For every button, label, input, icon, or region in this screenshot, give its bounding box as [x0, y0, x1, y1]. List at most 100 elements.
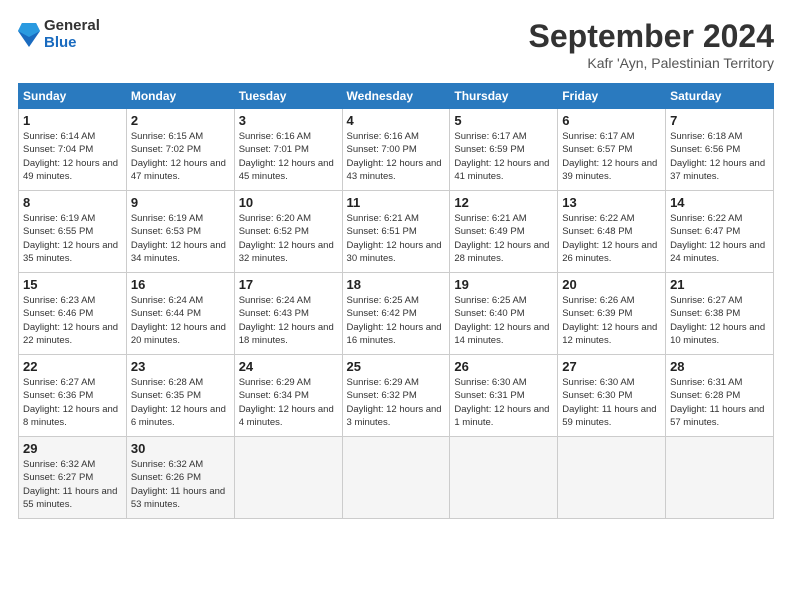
calendar-week-row: 1Sunrise: 6:14 AMSunset: 7:04 PMDaylight… [19, 109, 774, 191]
calendar-week-row: 8 Sunrise: 6:19 AMSunset: 6:55 PMDaylight… [19, 191, 774, 273]
calendar-cell: 21 Sunrise: 6:27 AMSunset: 6:38 PMDayligh… [666, 273, 774, 355]
day-number: 8 [23, 195, 122, 210]
day-info: Sunrise: 6:27 AMSunset: 6:38 PMDaylight:… [670, 294, 769, 347]
day-number: 14 [670, 195, 769, 210]
calendar-cell: 27Sunrise: 6:30 AMSunset: 6:30 PMDayligh… [558, 355, 666, 437]
day-number: 10 [239, 195, 338, 210]
day-info: Sunrise: 6:28 AMSunset: 6:35 PMDaylight:… [131, 376, 230, 429]
day-info: Sunrise: 6:26 AMSunset: 6:39 PMDaylight:… [562, 294, 661, 347]
calendar-cell: 18 Sunrise: 6:25 AMSunset: 6:42 PMDayligh… [342, 273, 450, 355]
logo-general: General [44, 18, 100, 35]
calendar-week-row: 22 Sunrise: 6:27 AMSunset: 6:36 PMDayligh… [19, 355, 774, 437]
day-info: Sunrise: 6:29 AMSunset: 6:32 PMDaylight:… [347, 376, 446, 429]
day-info: Sunrise: 6:17 AMSunset: 6:59 PMDaylight:… [454, 130, 553, 183]
day-info: Sunrise: 6:32 AMSunset: 6:26 PMDaylight:… [131, 458, 230, 511]
calendar-cell: 8 Sunrise: 6:19 AMSunset: 6:55 PMDaylight… [19, 191, 127, 273]
day-info: Sunrise: 6:24 AMSunset: 6:44 PMDaylight:… [131, 294, 230, 347]
day-info: Sunrise: 6:22 AMSunset: 6:48 PMDaylight:… [562, 212, 661, 265]
calendar-cell: 15Sunrise: 6:23 AMSunset: 6:46 PMDayligh… [19, 273, 127, 355]
day-number: 4 [347, 113, 446, 128]
day-number: 21 [670, 277, 769, 292]
calendar-cell: 14 Sunrise: 6:22 AMSunset: 6:47 PMDayligh… [666, 191, 774, 273]
day-info: Sunrise: 6:20 AMSunset: 6:52 PMDaylight:… [239, 212, 338, 265]
day-info: Sunrise: 6:22 AMSunset: 6:47 PMDaylight:… [670, 212, 769, 265]
day-number: 22 [23, 359, 122, 374]
calendar-cell: 4 Sunrise: 6:16 AMSunset: 7:00 PMDaylight… [342, 109, 450, 191]
day-info: Sunrise: 6:25 AMSunset: 6:42 PMDaylight:… [347, 294, 446, 347]
day-number: 30 [131, 441, 230, 456]
calendar-cell: 9Sunrise: 6:19 AMSunset: 6:53 PMDaylight… [126, 191, 234, 273]
calendar-cell: 19 Sunrise: 6:25 AMSunset: 6:40 PMDayligh… [450, 273, 558, 355]
day-info: Sunrise: 6:17 AMSunset: 6:57 PMDaylight:… [562, 130, 661, 183]
day-number: 24 [239, 359, 338, 374]
calendar-cell: 30 Sunrise: 6:32 AMSunset: 6:26 PMDayligh… [126, 437, 234, 519]
calendar-cell: 1Sunrise: 6:14 AMSunset: 7:04 PMDaylight… [19, 109, 127, 191]
calendar-cell: 7 Sunrise: 6:18 AMSunset: 6:56 PMDaylight… [666, 109, 774, 191]
logo-blue: Blue [44, 35, 100, 52]
calendar-cell: 16 Sunrise: 6:24 AMSunset: 6:44 PMDayligh… [126, 273, 234, 355]
calendar-cell: 29 Sunrise: 6:32 AMSunset: 6:27 PMDayligh… [19, 437, 127, 519]
day-number: 25 [347, 359, 446, 374]
calendar-cell: 6 Sunrise: 6:17 AMSunset: 6:57 PMDaylight… [558, 109, 666, 191]
weekday-header: Thursday [450, 84, 558, 109]
day-number: 19 [454, 277, 553, 292]
day-info: Sunrise: 6:21 AMSunset: 6:49 PMDaylight:… [454, 212, 553, 265]
calendar-cell [234, 437, 342, 519]
calendar-week-row: 15Sunrise: 6:23 AMSunset: 6:46 PMDayligh… [19, 273, 774, 355]
weekday-header-row: SundayMondayTuesdayWednesdayThursdayFrid… [19, 84, 774, 109]
day-number: 3 [239, 113, 338, 128]
weekday-header: Friday [558, 84, 666, 109]
day-number: 1 [23, 113, 122, 128]
calendar-cell: 20 Sunrise: 6:26 AMSunset: 6:39 PMDayligh… [558, 273, 666, 355]
calendar-cell [558, 437, 666, 519]
calendar-table: SundayMondayTuesdayWednesdayThursdayFrid… [18, 83, 774, 519]
weekday-header: Tuesday [234, 84, 342, 109]
calendar-week-row: 29 Sunrise: 6:32 AMSunset: 6:27 PMDayligh… [19, 437, 774, 519]
day-info: Sunrise: 6:30 AMSunset: 6:30 PMDaylight:… [562, 376, 661, 429]
weekday-header: Wednesday [342, 84, 450, 109]
day-number: 2 [131, 113, 230, 128]
day-number: 13 [562, 195, 661, 210]
day-info: Sunrise: 6:18 AMSunset: 6:56 PMDaylight:… [670, 130, 769, 183]
day-number: 6 [562, 113, 661, 128]
day-info: Sunrise: 6:24 AMSunset: 6:43 PMDaylight:… [239, 294, 338, 347]
day-number: 7 [670, 113, 769, 128]
day-info: Sunrise: 6:31 AMSunset: 6:28 PMDaylight:… [670, 376, 769, 429]
calendar-cell: 24 Sunrise: 6:29 AMSunset: 6:34 PMDayligh… [234, 355, 342, 437]
day-number: 16 [131, 277, 230, 292]
day-info: Sunrise: 6:32 AMSunset: 6:27 PMDaylight:… [23, 458, 122, 511]
day-number: 9 [131, 195, 230, 210]
calendar-cell: 17Sunrise: 6:24 AMSunset: 6:43 PMDayligh… [234, 273, 342, 355]
day-info: Sunrise: 6:27 AMSunset: 6:36 PMDaylight:… [23, 376, 122, 429]
calendar-cell: 13 Sunrise: 6:22 AMSunset: 6:48 PMDayligh… [558, 191, 666, 273]
day-number: 23 [131, 359, 230, 374]
weekday-header: Saturday [666, 84, 774, 109]
calendar-cell: 5 Sunrise: 6:17 AMSunset: 6:59 PMDaylight… [450, 109, 558, 191]
day-number: 18 [347, 277, 446, 292]
day-number: 15 [23, 277, 122, 292]
day-info: Sunrise: 6:19 AMSunset: 6:55 PMDaylight:… [23, 212, 122, 265]
title-block: September 2024 Kafr 'Ayn, Palestinian Te… [529, 18, 774, 71]
calendar-cell: 10 Sunrise: 6:20 AMSunset: 6:52 PMDayligh… [234, 191, 342, 273]
logo-text: General Blue [44, 18, 100, 51]
day-info: Sunrise: 6:29 AMSunset: 6:34 PMDaylight:… [239, 376, 338, 429]
calendar-cell: 23 Sunrise: 6:28 AMSunset: 6:35 PMDayligh… [126, 355, 234, 437]
day-info: Sunrise: 6:25 AMSunset: 6:40 PMDaylight:… [454, 294, 553, 347]
calendar-cell: 3 Sunrise: 6:16 AMSunset: 7:01 PMDaylight… [234, 109, 342, 191]
location: Kafr 'Ayn, Palestinian Territory [529, 55, 774, 71]
day-info: Sunrise: 6:16 AMSunset: 7:01 PMDaylight:… [239, 130, 338, 183]
calendar-cell: 11Sunrise: 6:21 AMSunset: 6:51 PMDayligh… [342, 191, 450, 273]
day-number: 20 [562, 277, 661, 292]
day-info: Sunrise: 6:16 AMSunset: 7:00 PMDaylight:… [347, 130, 446, 183]
day-number: 5 [454, 113, 553, 128]
day-info: Sunrise: 6:30 AMSunset: 6:31 PMDaylight:… [454, 376, 553, 429]
day-number: 28 [670, 359, 769, 374]
calendar-cell [450, 437, 558, 519]
day-info: Sunrise: 6:15 AMSunset: 7:02 PMDaylight:… [131, 130, 230, 183]
day-number: 26 [454, 359, 553, 374]
day-number: 11 [347, 195, 446, 210]
page-header: General Blue September 2024 Kafr 'Ayn, P… [18, 18, 774, 71]
calendar-cell: 25 Sunrise: 6:29 AMSunset: 6:32 PMDayligh… [342, 355, 450, 437]
day-number: 29 [23, 441, 122, 456]
calendar-cell: 12Sunrise: 6:21 AMSunset: 6:49 PMDayligh… [450, 191, 558, 273]
